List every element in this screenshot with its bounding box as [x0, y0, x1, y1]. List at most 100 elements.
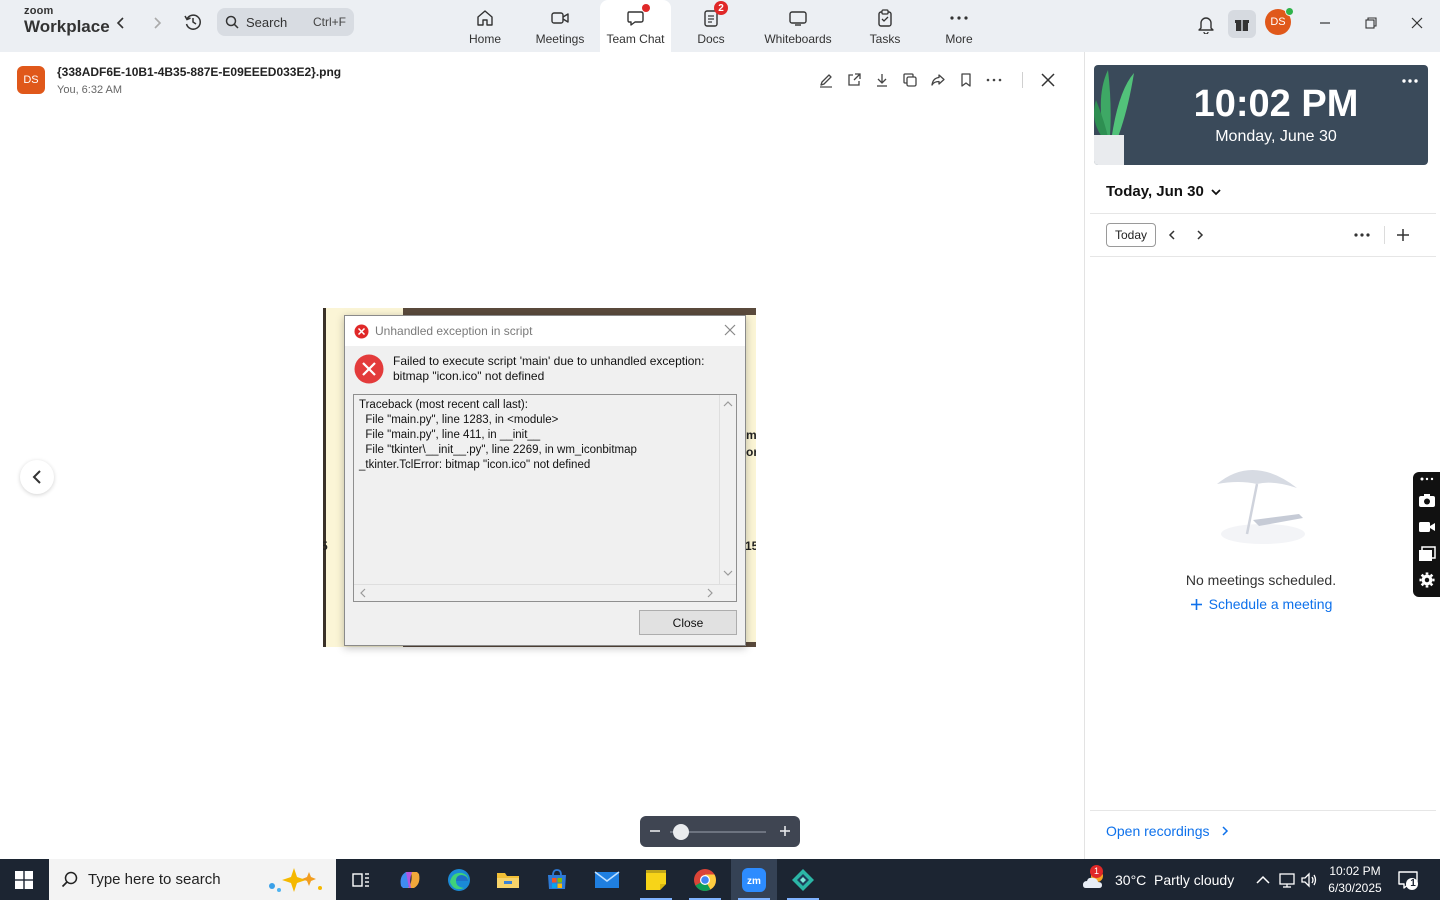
network-icon[interactable]	[1278, 871, 1296, 889]
gear-icon[interactable]	[1418, 572, 1436, 588]
error-message-line-2: bitmap "icon.ico" not defined	[393, 369, 545, 383]
toolbar-divider	[1022, 72, 1023, 88]
minimize-button[interactable]	[1313, 12, 1337, 34]
task-view-button[interactable]	[338, 859, 384, 900]
error-small-icon	[354, 324, 369, 338]
file-meta: You, 6:32 AM	[57, 84, 123, 96]
volume-icon[interactable]	[1300, 871, 1318, 889]
bell-icon	[1198, 17, 1214, 34]
search-box[interactable]: Search Ctrl+F	[217, 8, 354, 36]
search-icon	[61, 871, 78, 887]
sticky-notes-app[interactable]	[633, 859, 679, 900]
gift-button[interactable]	[1228, 10, 1256, 38]
start-button[interactable]	[0, 859, 48, 900]
divider	[1090, 810, 1436, 811]
no-meetings-text: No meetings scheduled.	[1185, 572, 1337, 588]
clock-time: 10:02 PM	[1193, 83, 1359, 125]
tab-meetings[interactable]: Meetings	[533, 0, 587, 52]
tab-home[interactable]: Home	[462, 0, 508, 52]
share-button[interactable]	[929, 71, 947, 89]
exception-dialog: Unhandled exception in script Failed to …	[344, 315, 746, 646]
edge-app[interactable]	[436, 859, 482, 900]
tab-more[interactable]: More	[940, 0, 978, 52]
vertical-scrollbar[interactable]	[719, 395, 736, 584]
dialog-close-x-button[interactable]	[723, 323, 737, 337]
close-icon	[1411, 17, 1423, 29]
mail-app[interactable]	[584, 859, 630, 900]
scroll-left-icon[interactable]	[358, 588, 368, 598]
home-icon	[472, 6, 498, 30]
photo-text-fragment: or	[746, 445, 756, 459]
sticky-note-icon	[646, 869, 666, 890]
close-viewer-button[interactable]	[1039, 71, 1057, 89]
previous-image-button[interactable]	[20, 460, 54, 494]
clock-date: Monday, June 30	[1215, 128, 1337, 145]
ellipsis-icon[interactable]	[1418, 474, 1436, 484]
camera-icon[interactable]	[1418, 492, 1436, 508]
microsoft-store-app[interactable]	[534, 859, 580, 900]
dialog-close-button[interactable]: Close	[639, 610, 737, 635]
add-meeting-button[interactable]	[1395, 227, 1411, 243]
plus-icon	[1190, 598, 1202, 610]
tab-docs-label: Docs	[697, 32, 725, 46]
dialog-title-bar: Unhandled exception in script	[345, 316, 745, 346]
ellipsis-icon[interactable]	[1401, 77, 1419, 85]
tab-docs[interactable]: 2 Docs	[692, 0, 730, 52]
copy-button[interactable]	[901, 71, 919, 89]
traceback-textbox[interactable]: Traceback (most recent call last): File …	[353, 394, 737, 602]
zoom-out-icon[interactable]	[648, 824, 662, 838]
action-center-button[interactable]: 1	[1397, 869, 1419, 891]
today-button[interactable]: Today	[1106, 223, 1156, 247]
copilot-icon	[400, 871, 420, 888]
zoom-in-icon[interactable]	[778, 824, 792, 838]
calendar-date-selector[interactable]: Today, Jun 30	[1106, 183, 1222, 200]
horizontal-scrollbar[interactable]	[354, 584, 736, 601]
notifications-button[interactable]	[1192, 10, 1220, 38]
error-message-line-1: Failed to execute script 'main' due to u…	[393, 354, 705, 368]
next-day-button[interactable]	[1192, 227, 1208, 243]
history-button[interactable]	[182, 11, 204, 33]
user-avatar[interactable]: DS	[1265, 7, 1294, 35]
restore-icon	[1365, 17, 1377, 29]
open-external-button[interactable]	[845, 71, 863, 89]
annotate-button[interactable]	[817, 71, 835, 89]
previous-day-button[interactable]	[1164, 227, 1180, 243]
scroll-up-icon[interactable]	[723, 399, 733, 409]
close-window-button[interactable]	[1405, 12, 1429, 34]
weather-widget[interactable]: 1 30°C Partly cloudy	[1082, 859, 1234, 900]
tab-whiteboards[interactable]: Whiteboards	[760, 0, 836, 52]
zoom-slider-handle[interactable]	[672, 824, 689, 840]
tab-team-chat[interactable]: Team Chat	[600, 0, 671, 52]
show-hidden-icons-chevron-up-icon[interactable]	[1254, 871, 1272, 889]
forward-button[interactable]	[147, 13, 167, 33]
scroll-right-icon[interactable]	[705, 588, 715, 598]
bookmark-button[interactable]	[957, 71, 975, 89]
open-recordings-link[interactable]: Open recordings	[1106, 823, 1230, 839]
taskbar-search-box[interactable]: Type here to search	[49, 859, 336, 900]
viewer-more-button[interactable]	[985, 71, 1003, 89]
zoom-workplace-logo: zoom Workplace	[24, 6, 110, 36]
photo-text-fragment: m	[746, 428, 756, 442]
taskbar-clock[interactable]: 10:02 PM 6/30/2025	[1322, 863, 1388, 897]
download-button[interactable]	[873, 71, 891, 89]
gift-icon	[1235, 20, 1249, 31]
tab-tasks[interactable]: Tasks	[866, 0, 904, 52]
ellipsis-icon	[986, 78, 1002, 82]
sender-avatar: DS	[17, 66, 45, 94]
restore-button[interactable]	[1359, 12, 1383, 34]
windows-logo-icon	[15, 870, 33, 889]
back-button[interactable]	[111, 13, 131, 33]
zoom-app[interactable]: zm	[731, 859, 777, 900]
chrome-app[interactable]	[682, 859, 728, 900]
calendar-more-button[interactable]	[1354, 227, 1370, 243]
schedule-meeting-link[interactable]: Schedule a meeting	[1085, 596, 1437, 612]
tab-team-chat-label: Team Chat	[606, 32, 665, 46]
chevron-down-icon	[1211, 188, 1221, 195]
window-capture-icon[interactable]	[1418, 546, 1436, 562]
python-app[interactable]	[780, 859, 826, 900]
video-record-icon[interactable]	[1418, 519, 1436, 535]
scroll-down-icon[interactable]	[723, 568, 733, 578]
file-explorer-app[interactable]	[485, 859, 531, 900]
copilot-app[interactable]	[387, 859, 433, 900]
search-icon	[225, 15, 239, 29]
